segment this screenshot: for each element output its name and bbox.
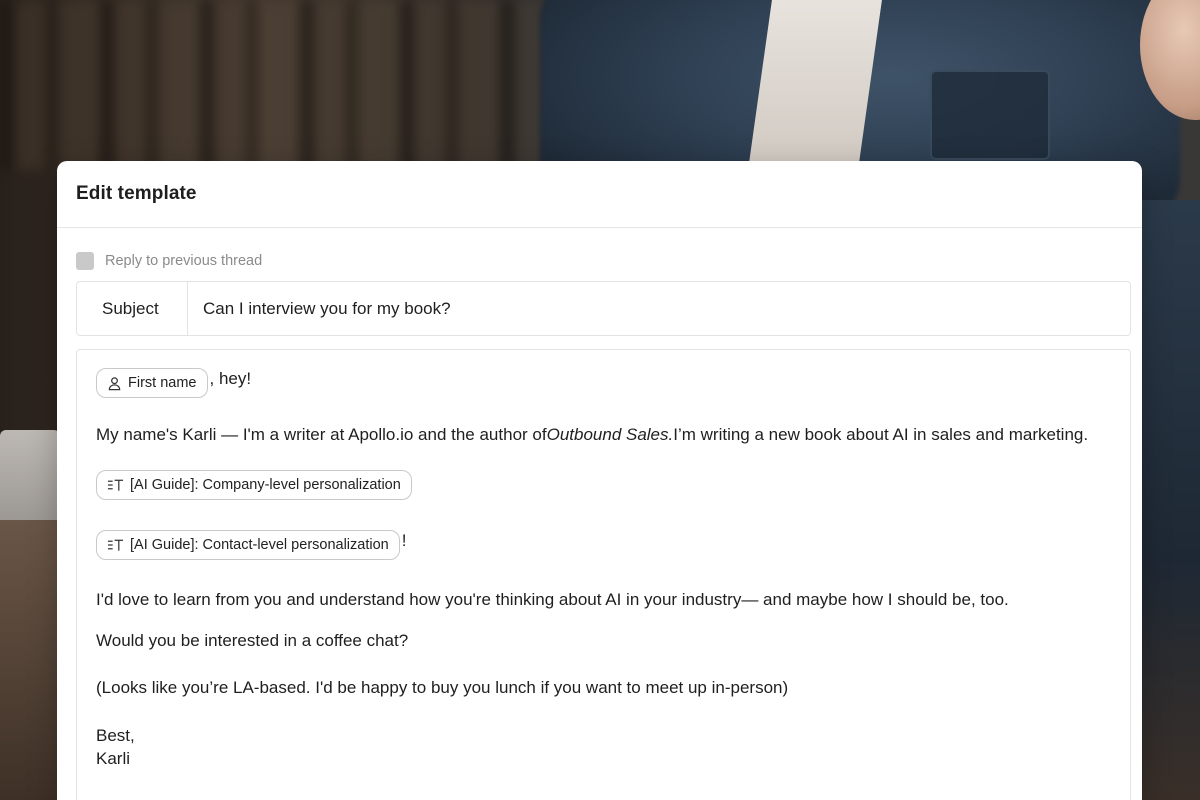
lunch-paragraph: (Looks like you’re LA-based. I'd be happ…	[96, 678, 789, 698]
edit-template-modal: Edit template Reply to previous thread S…	[57, 161, 1142, 800]
ai-contact-suffix: !	[401, 531, 407, 551]
background-pocket	[930, 70, 1050, 160]
subject-row: Subject	[76, 281, 1131, 336]
intro-text-after: I’m writing a new book about AI in sales…	[673, 425, 1089, 444]
modal-body: Reply to previous thread Subject First n…	[57, 228, 1142, 800]
ai-guide-contact-label: [AI Guide]: Contact-level personalizatio…	[130, 536, 389, 553]
intro-paragraph: My name's Karli — I'm a writer at Apollo…	[96, 424, 1111, 446]
ai-text-icon	[107, 539, 124, 551]
first-name-chip-label: First name	[128, 374, 197, 391]
ai-text-icon	[107, 479, 124, 491]
ai-guide-company-label: [AI Guide]: Company-level personalizatio…	[130, 476, 401, 493]
ai-company-line: [AI Guide]: Company-level personalizatio…	[96, 470, 1111, 501]
email-body-editor[interactable]: First name , hey! My name's Karli — I'm …	[76, 349, 1131, 800]
subject-label: Subject	[77, 282, 188, 335]
ai-contact-line: [AI Guide]: Contact-level personalizatio…	[96, 530, 1111, 561]
signoff: Best,	[96, 726, 135, 746]
greeting-line: First name , hey!	[96, 368, 1111, 398]
greeting-suffix: , hey!	[209, 368, 252, 388]
modal-header: Edit template	[57, 161, 1142, 228]
intro-text-before: My name's Karli — I'm a writer at Apollo…	[96, 425, 547, 444]
subject-input[interactable]	[188, 282, 1130, 335]
ai-guide-company-chip[interactable]: [AI Guide]: Company-level personalizatio…	[96, 470, 412, 501]
signature: Karli	[96, 749, 131, 769]
reply-previous-thread-label: Reply to previous thread	[105, 252, 263, 269]
background-bookshelf	[0, 0, 560, 170]
ai-guide-contact-chip[interactable]: [AI Guide]: Contact-level personalizatio…	[96, 530, 400, 561]
modal-title: Edit template	[76, 183, 197, 204]
reply-previous-thread-checkbox[interactable]	[76, 251, 94, 270]
interest-paragraph: I'd love to learn from you and understan…	[96, 590, 1009, 610]
first-name-variable-chip[interactable]: First name	[96, 368, 208, 398]
book-title: Outbound Sales.	[546, 425, 674, 444]
user-icon	[108, 376, 121, 390]
coffee-paragraph: Would you be interested in a coffee chat…	[96, 631, 409, 651]
